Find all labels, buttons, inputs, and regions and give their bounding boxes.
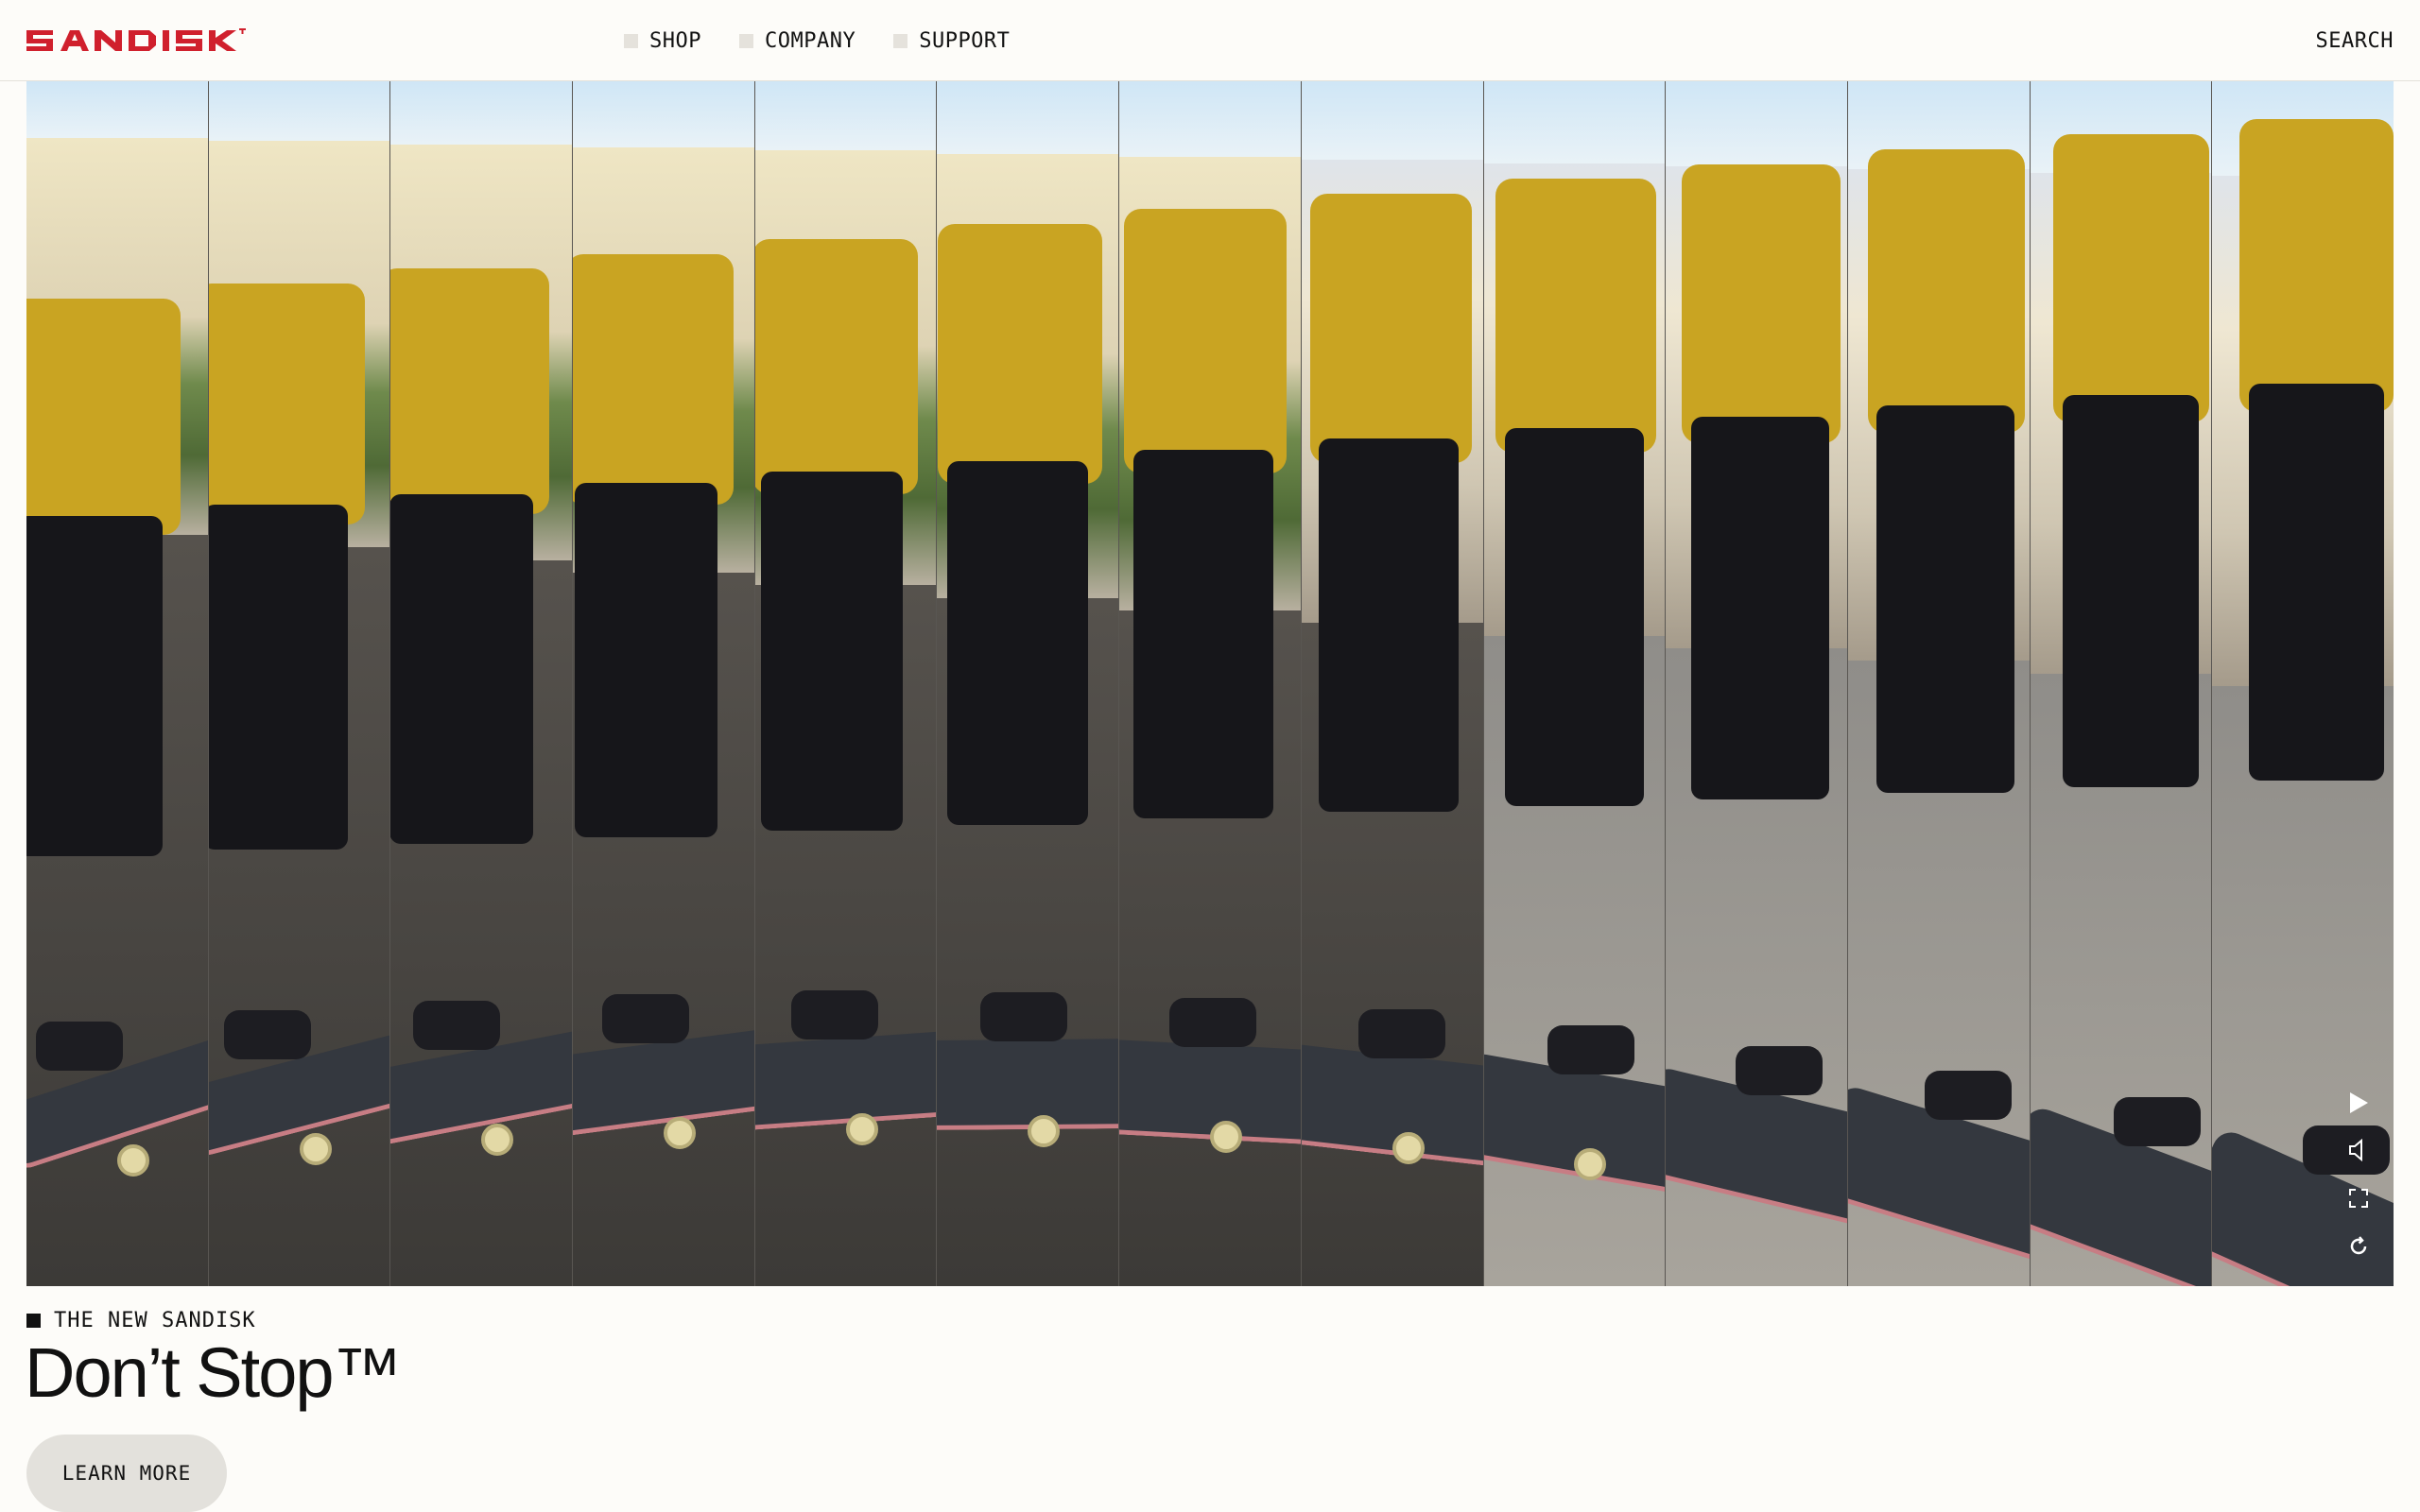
hero-video[interactable]	[26, 81, 2394, 1286]
video-frame-strip	[2030, 81, 2213, 1286]
nav-item-label: SUPPORT	[919, 28, 1011, 53]
fullscreen-icon[interactable]	[2344, 1184, 2373, 1212]
nav-bullet-icon	[893, 33, 908, 48]
learn-more-button[interactable]: LEARN MORE	[26, 1435, 227, 1512]
nav-item-support[interactable]: SUPPORT	[893, 29, 1010, 53]
site-header: SHOP COMPANY SUPPORT SEARCH	[0, 0, 2420, 81]
video-frame-strip	[1666, 81, 1848, 1286]
replay-icon[interactable]	[2344, 1232, 2373, 1261]
nav-item-label: COMPANY	[764, 28, 856, 53]
video-frame-strip	[26, 81, 209, 1286]
eyebrow-text: THE NEW SANDISK	[54, 1309, 256, 1332]
video-frame-strip	[754, 81, 938, 1286]
video-frame-strip	[1301, 81, 1484, 1286]
nav-item-company[interactable]: COMPANY	[738, 28, 856, 53]
video-frame-strip	[937, 81, 1120, 1286]
video-frame-strip	[1119, 81, 1302, 1286]
nav-item-shop[interactable]: SHOP	[624, 29, 701, 53]
nav-bullet-icon	[624, 33, 638, 48]
video-frame-strip	[573, 81, 755, 1286]
nav-bullet-icon	[738, 33, 753, 48]
sandisk-logo[interactable]	[26, 25, 246, 57]
main-nav: SHOP COMPANY SUPPORT	[624, 0, 1047, 81]
eyebrow-square-icon	[26, 1314, 41, 1328]
promo-headline: Don’t Stop™	[25, 1333, 403, 1412]
video-frame-strip	[1483, 81, 1667, 1286]
promo-eyebrow: THE NEW SANDISK	[26, 1309, 256, 1332]
mute-icon[interactable]	[2344, 1136, 2373, 1164]
video-frame-strip	[1847, 81, 2031, 1286]
video-frame-strip	[208, 81, 391, 1286]
video-frame-strips	[26, 81, 2394, 1286]
search-button[interactable]: SEARCH	[2316, 0, 2394, 81]
play-icon[interactable]	[2344, 1089, 2373, 1117]
nav-item-label: SHOP	[649, 28, 701, 53]
video-frame-strip	[390, 81, 574, 1286]
